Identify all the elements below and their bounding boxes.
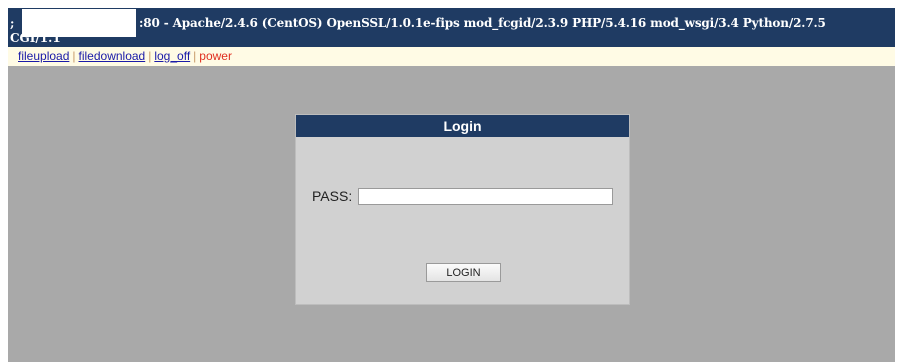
nav-bar: fileupload | filedownload | log_off | power <box>8 47 895 66</box>
nav-separator: | <box>148 49 152 63</box>
main-content: Login PASS: LOGIN <box>8 66 895 362</box>
nav-link-log-off[interactable]: log_off <box>154 49 190 63</box>
nav-links: fileupload | filedownload | log_off | power <box>18 47 232 66</box>
server-header: ; :80 - Apache/2.4.6 (CentOS) OpenSSL/1.… <box>8 8 895 47</box>
server-signature-cont: CGI/1.1 <box>10 31 61 45</box>
nav-separator: | <box>193 49 197 63</box>
nav-separator: | <box>72 49 76 63</box>
pass-input[interactable] <box>358 188 613 205</box>
header-prefix: ; <box>10 16 15 30</box>
nav-link-filedownload[interactable]: filedownload <box>79 49 146 63</box>
pass-label: PASS: <box>312 188 353 204</box>
server-signature: :80 - Apache/2.4.6 (CentOS) OpenSSL/1.0.… <box>139 16 826 30</box>
login-button[interactable]: LOGIN <box>426 263 501 282</box>
nav-link-power[interactable]: power <box>199 49 232 63</box>
login-panel: Login PASS: LOGIN <box>295 114 630 305</box>
nav-link-fileupload[interactable]: fileupload <box>18 49 69 63</box>
login-title: Login <box>296 115 629 137</box>
